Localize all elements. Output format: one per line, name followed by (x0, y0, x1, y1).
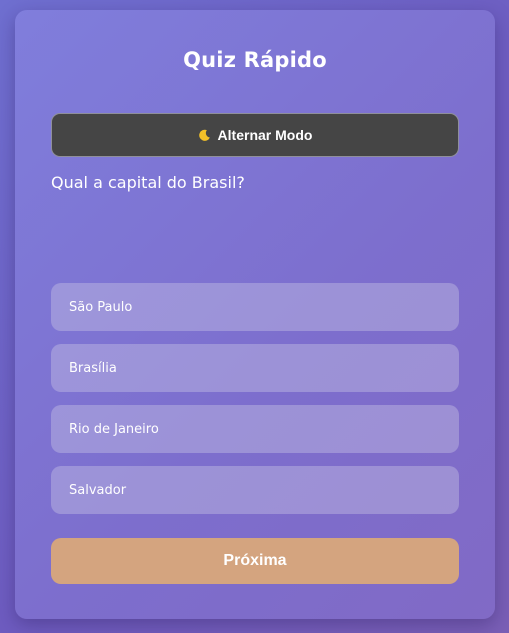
answer-option-rio-de-janeiro[interactable]: Rio de Janeiro (51, 405, 459, 453)
answer-option-sao-paulo[interactable]: São Paulo (51, 283, 459, 331)
quiz-card: Quiz Rápido Alternar Modo Qual a capital… (15, 10, 495, 619)
answer-option-brasilia[interactable]: Brasília (51, 344, 459, 392)
answer-option-label: Salvador (69, 482, 127, 498)
question-text: Qual a capital do Brasil? (51, 173, 245, 192)
answer-option-label: Brasília (69, 360, 117, 376)
toggle-mode-label: Alternar Modo (217, 127, 313, 143)
next-button-label: Próxima (223, 552, 287, 569)
answer-option-salvador[interactable]: Salvador (51, 466, 459, 514)
quiz-title: Quiz Rápido (183, 48, 327, 72)
toggle-mode-button[interactable]: Alternar Modo (51, 113, 459, 157)
answer-options: São Paulo Brasília Rio de Janeiro Salvad… (51, 283, 459, 527)
answer-option-label: Rio de Janeiro (69, 421, 159, 437)
moon-icon (198, 129, 211, 142)
answer-option-label: São Paulo (69, 299, 133, 315)
next-button[interactable]: Próxima (51, 538, 459, 584)
